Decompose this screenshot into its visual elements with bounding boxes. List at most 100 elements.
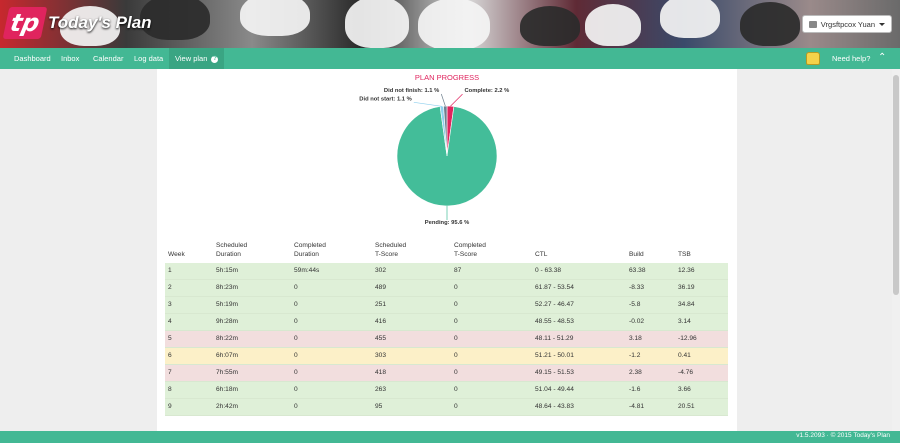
table-cell: 0 — [294, 369, 298, 376]
footer: v1.5.2093 · © 2015 Today's Plan — [0, 431, 900, 443]
table-row: 2 8h:23m 0 489 0 61.87 - 53.54 -8.33 36.19 — [165, 280, 728, 297]
table-row: 3 5h:19m 0 251 0 52.27 - 46.47 -5.8 34.84 — [165, 297, 728, 314]
table-cell: 7h:55m — [216, 369, 238, 376]
banner-helmet — [660, 0, 720, 38]
table-cell: 6h:07m — [216, 352, 238, 359]
table-row: 9 2h:42m 0 95 0 48.64 - 43.83 -4.81 20.51 — [165, 399, 728, 416]
column-header: Completed Duration — [294, 242, 326, 258]
table-cell: 3.66 — [678, 386, 691, 393]
banner-helmet — [740, 2, 800, 46]
table-cell: 61.87 - 53.54 — [535, 284, 574, 291]
table-cell: 0 — [454, 335, 458, 342]
nav-inbox[interactable]: Inbox — [61, 48, 79, 69]
table-cell: 49.15 - 51.53 — [535, 369, 574, 376]
table-cell: 455 — [375, 335, 387, 342]
table-cell: -0.02 — [629, 318, 645, 325]
table-cell: 12.36 — [678, 267, 695, 274]
table-cell: 87 — [454, 267, 462, 274]
nav-calendar[interactable]: Calendar — [93, 48, 123, 69]
user-menu-dropdown[interactable]: Vrgsftpcox Yuan — [801, 15, 892, 33]
table-cell: 51.04 - 49.44 — [535, 386, 574, 393]
table-cell: 48.55 - 48.53 — [535, 318, 574, 325]
table-cell: -1.6 — [629, 386, 641, 393]
user-name: Vrgsftpcox Yuan — [820, 19, 875, 29]
table-cell: 302 — [375, 267, 387, 274]
pie-slice-label: Did not finish: 1.1 % — [384, 88, 439, 94]
column-header: Scheduled Duration — [216, 242, 248, 258]
pie-label-connector — [413, 101, 442, 107]
table-body: 1 5h:15m 59m:44s 302 87 0 - 63.38 63.38 12.36 2 8… — [165, 263, 728, 416]
column-header: Build — [629, 251, 644, 258]
pie-slice-label: Did not start: 1.1 % — [359, 96, 412, 102]
table-cell: 5h:19m — [216, 301, 238, 308]
banner-helmet — [520, 6, 580, 46]
table-cell: 5 — [168, 335, 172, 342]
table-cell: 0 — [454, 403, 458, 410]
table-cell: 1 — [168, 267, 172, 274]
table-cell: 2 — [168, 284, 172, 291]
plan-progress-pie-chart: Complete: 2.2 % Pending: 95.6 % Did not st… — [359, 88, 510, 226]
table-row: 6 6h:07m 0 303 0 51.21 - 50.01 -1.2 0.41 — [165, 348, 728, 365]
table-cell: 48.64 - 43.83 — [535, 403, 574, 410]
table-cell: 52.27 - 46.47 — [535, 301, 574, 308]
table-cell: 3 — [168, 301, 172, 308]
table-cell: 251 — [375, 301, 387, 308]
nav-log-data[interactable]: Log data — [134, 48, 163, 69]
column-header: CTL — [535, 251, 548, 258]
table-cell: 63.38 — [629, 267, 646, 274]
table-cell: 36.19 — [678, 284, 695, 291]
jersey-icon[interactable] — [806, 52, 820, 65]
table-cell: 416 — [375, 318, 387, 325]
table-cell: 263 — [375, 386, 387, 393]
table-cell: 3.18 — [629, 335, 642, 342]
need-help-link[interactable]: Need help? — [832, 48, 870, 69]
nav-view-plan[interactable]: View plan ? — [169, 48, 225, 69]
table-cell: 8h:23m — [216, 284, 238, 291]
table-row: 1 5h:15m 59m:44s 302 87 0 - 63.38 63.38 12.36 — [165, 263, 728, 280]
table-cell: 418 — [375, 369, 387, 376]
table-cell: 0 — [454, 301, 458, 308]
table-cell: 34.84 — [678, 301, 695, 308]
nav-dashboard[interactable]: Dashboard — [14, 48, 51, 69]
table-cell: 48.11 - 51.29 — [535, 335, 574, 342]
table-row: 4 9h:28m 0 416 0 48.55 - 48.53 -0.02 3.14 — [165, 314, 728, 331]
banner-helmet — [240, 0, 310, 36]
table-cell: 5h:15m — [216, 267, 238, 274]
table-cell: 59m:44s — [294, 267, 320, 274]
table-cell: 95 — [375, 403, 383, 410]
table-cell: 0 — [294, 301, 298, 308]
column-header: Scheduled T-Score — [375, 242, 407, 258]
table-cell: 4 — [168, 318, 172, 325]
table-cell: 2h:42m — [216, 403, 238, 410]
help-badge-icon: ? — [211, 55, 219, 63]
table-cell: 0 — [294, 403, 298, 410]
table-cell: 6 — [168, 352, 172, 359]
table-cell: 0 — [454, 284, 458, 291]
table-cell: 489 — [375, 284, 387, 291]
logo-mark: tp — [2, 7, 48, 39]
table-cell: -8.33 — [629, 284, 645, 291]
table-cell: 0 — [294, 318, 298, 325]
table-cell: 0 — [294, 284, 298, 291]
table-row: 5 8h:22m 0 455 0 48.11 - 51.29 3.18 -12.96 — [165, 331, 728, 348]
page-scrollbar[interactable] — [892, 69, 900, 431]
nav-view-plan-label: View plan — [175, 54, 208, 63]
table-cell: -4.81 — [629, 403, 645, 410]
chevron-up-icon[interactable]: ⌃ — [878, 52, 886, 63]
scrollbar-thumb[interactable] — [893, 75, 899, 295]
footer-version: v1.5.2093 · © 2015 Today's Plan — [796, 432, 890, 439]
pie-slice-label: Complete: 2.2 % — [465, 88, 510, 94]
user-icon — [808, 20, 817, 28]
column-header: Week — [168, 251, 185, 258]
table-cell: 6h:18m — [216, 386, 238, 393]
table-cell: 0 — [294, 386, 298, 393]
table-cell: -4.76 — [678, 369, 694, 376]
table-cell: -1.2 — [629, 352, 641, 359]
pie-label-connector — [440, 93, 446, 107]
header-banner: tp Today's Plan Vrgsftpcox Yuan — [0, 0, 900, 48]
table-cell: 0 — [454, 318, 458, 325]
table-cell: 8 — [168, 386, 172, 393]
app-logo[interactable]: tp Today's Plan — [2, 7, 152, 39]
table-cell: 51.21 - 50.01 — [535, 352, 574, 359]
column-header: TSB — [678, 251, 691, 258]
